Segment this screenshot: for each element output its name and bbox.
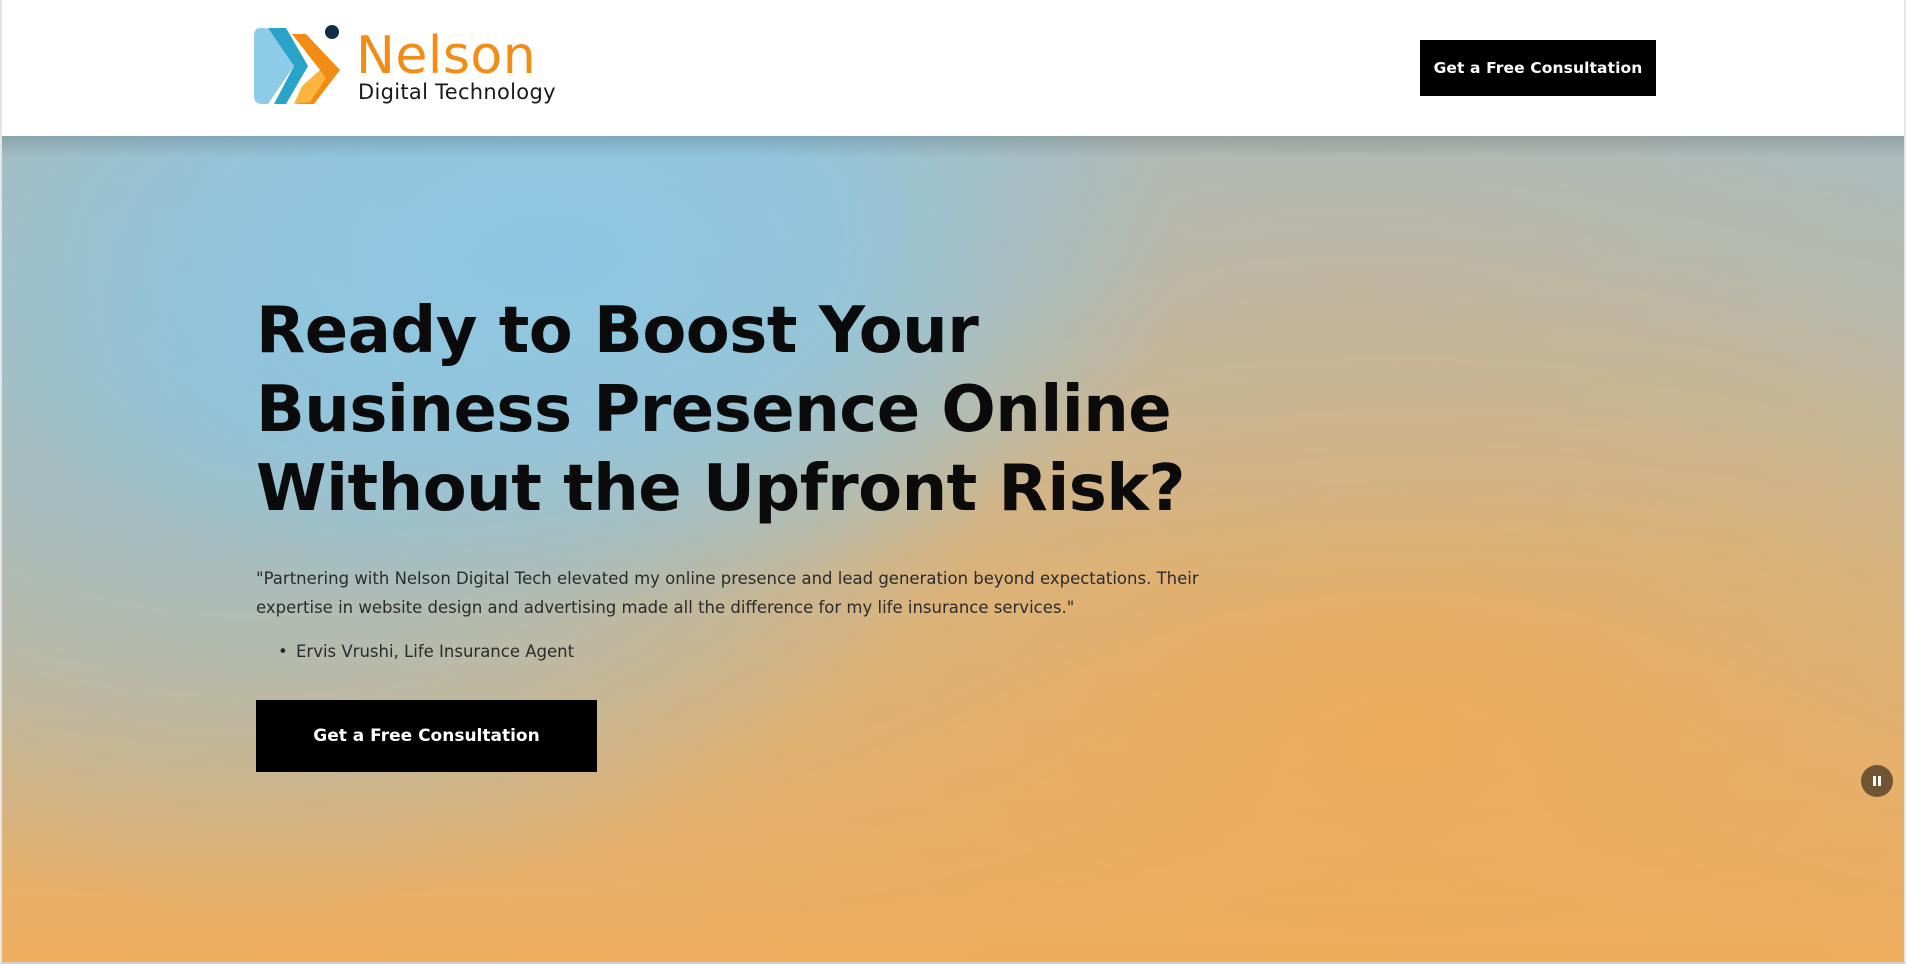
nelson-logo-mark-icon bbox=[254, 25, 340, 104]
site-logo[interactable]: Nelson Digital Technology bbox=[254, 24, 564, 108]
testimonial-quote: "Partnering with Nelson Digital Tech ele… bbox=[256, 569, 1199, 617]
logo-name: Nelson bbox=[356, 26, 537, 86]
hero-section: Ready to Boost Your Business Presence On… bbox=[2, 136, 1904, 962]
logo-subtitle: Digital Technology bbox=[358, 80, 556, 104]
testimonial-attribution-list: Ervis Vrushi, Life Insurance Agent bbox=[278, 640, 574, 664]
header-consultation-button[interactable]: Get a Free Consultation bbox=[1420, 40, 1656, 96]
testimonial-attribution: Ervis Vrushi, Life Insurance Agent bbox=[278, 640, 574, 664]
site-header: Nelson Digital Technology Get a Free Con… bbox=[2, 0, 1904, 136]
pause-icon bbox=[1873, 776, 1881, 786]
hero-consultation-button[interactable]: Get a Free Consultation bbox=[256, 700, 597, 772]
page: Nelson Digital Technology Get a Free Con… bbox=[0, 0, 1906, 964]
hero-title: Ready to Boost Your Business Presence On… bbox=[256, 294, 1186, 526]
background-pause-button[interactable] bbox=[1861, 765, 1893, 797]
